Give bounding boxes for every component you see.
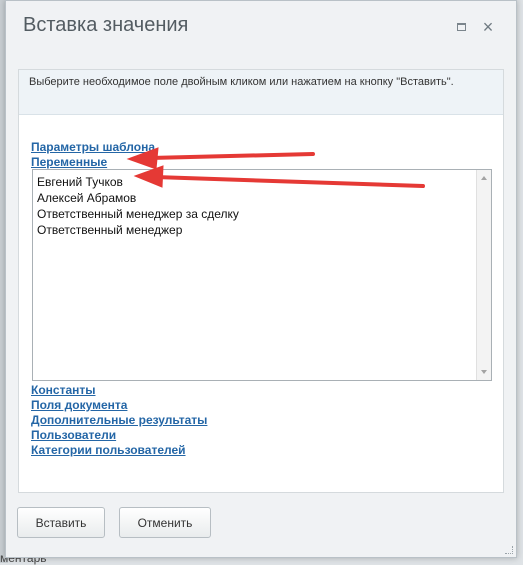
section-template-params[interactable]: Параметры шаблона xyxy=(31,140,155,154)
list-item[interactable]: Ответственный менеджер за сделку xyxy=(37,206,239,222)
list-item[interactable]: Ответственный менеджер xyxy=(37,222,239,238)
scroll-up-icon[interactable] xyxy=(481,176,487,180)
insert-value-dialog: Вставка значения × Выберите необходимое … xyxy=(5,0,517,558)
close-icon[interactable]: × xyxy=(480,18,496,36)
scroll-down-icon[interactable] xyxy=(481,370,487,374)
list-item[interactable]: Алексей Абрамов xyxy=(37,190,239,206)
dialog-titlebar[interactable]: Вставка значения × xyxy=(6,1,516,53)
section-variables[interactable]: Переменные xyxy=(31,155,107,169)
variables-listbox[interactable]: Евгений Тучков Алексей Абрамов Ответстве… xyxy=(32,169,492,381)
cancel-button[interactable]: Отменить xyxy=(119,507,211,538)
section-document-fields[interactable]: Поля документа xyxy=(31,398,127,412)
section-additional-results[interactable]: Дополнительные результаты xyxy=(31,413,207,427)
section-constants[interactable]: Константы xyxy=(31,383,96,397)
insert-button[interactable]: Вставить xyxy=(17,507,105,538)
dialog-title: Вставка значения xyxy=(23,14,189,36)
list-scrollbar[interactable] xyxy=(476,170,491,380)
maximize-icon[interactable] xyxy=(453,19,469,35)
list-item[interactable]: Евгений Тучков xyxy=(37,174,239,190)
hint-text: Выберите необходимое поле двойным кликом… xyxy=(19,70,503,115)
resize-grip-icon[interactable] xyxy=(505,546,513,554)
dialog-content: Выберите необходимое поле двойным кликом… xyxy=(18,69,504,493)
section-user-categories[interactable]: Категории пользователей xyxy=(31,443,186,457)
section-users[interactable]: Пользователи xyxy=(31,428,116,442)
